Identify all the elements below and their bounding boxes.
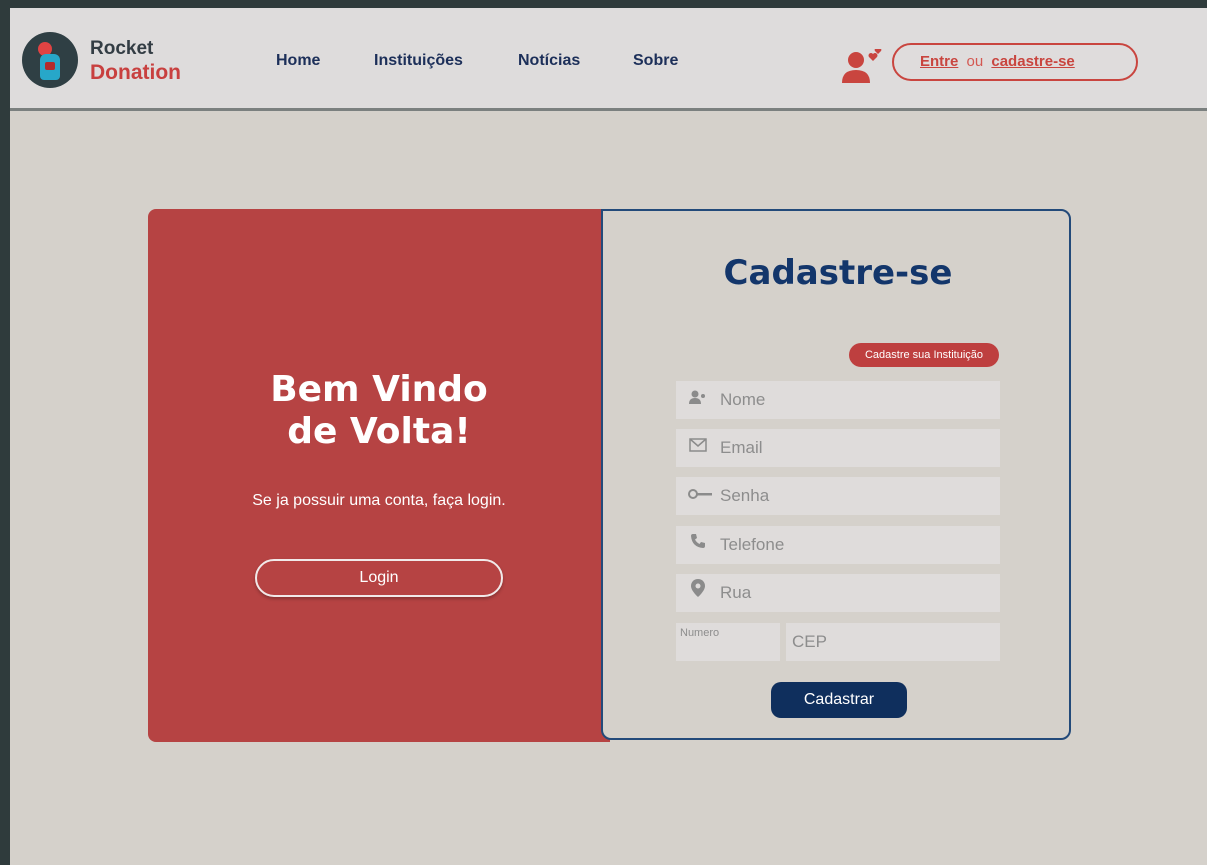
senha-placeholder: Senha <box>720 486 770 505</box>
register-institution-button[interactable]: Cadastre sua Instituição <box>849 343 999 367</box>
nav-sobre[interactable]: Sobre <box>633 52 678 70</box>
nav-home[interactable]: Home <box>276 52 320 70</box>
welcome-panel: Bem Vindo de Volta! Se ja possuir uma co… <box>148 209 610 742</box>
cadastrar-button[interactable]: Cadastrar <box>771 682 907 718</box>
welcome-title-line-1: Bem Vindo <box>270 369 488 410</box>
key-icon <box>688 477 712 515</box>
email-field[interactable]: Email <box>676 429 1000 467</box>
welcome-title: Bem Vindo de Volta! <box>148 369 610 453</box>
page-frame: Rocket Donation Home Instituições Notíci… <box>10 8 1207 865</box>
location-pin-icon <box>688 574 708 612</box>
nav-noticias[interactable]: Notícias <box>518 52 580 70</box>
envelope-icon <box>688 429 708 467</box>
logo-icon[interactable] <box>22 32 78 88</box>
rua-field[interactable]: Rua <box>676 574 1000 612</box>
nome-field[interactable]: Nome <box>676 381 1000 419</box>
welcome-subtitle: Se ja possuir uma conta, faça login. <box>252 492 506 509</box>
user-icon <box>688 381 708 419</box>
entre-link[interactable]: Entre <box>920 53 958 70</box>
brand-name-line-1: Rocket <box>90 38 154 59</box>
cadastre-link[interactable]: cadastre-se <box>991 53 1074 70</box>
welcome-title-line-2: de Volta! <box>287 411 471 452</box>
register-panel: Cadastre-se Cadastre sua Instituição Nom… <box>601 209 1071 740</box>
login-register-button[interactable]: Entre ou cadastre-se <box>892 43 1138 81</box>
ou-text: ou <box>966 53 984 70</box>
auth-card: Bem Vindo de Volta! Se ja possuir uma co… <box>148 209 1073 742</box>
cep-placeholder: CEP <box>792 632 827 651</box>
brand-name-line-2: Donation <box>90 61 181 84</box>
user-heart-icon <box>842 49 882 83</box>
nav-instituicoes[interactable]: Instituições <box>374 52 463 70</box>
login-button[interactable]: Login <box>255 559 503 597</box>
email-placeholder: Email <box>720 438 763 457</box>
numero-placeholder: Numero <box>680 627 720 639</box>
logo-detail-icon <box>45 62 55 70</box>
telefone-field[interactable]: Telefone <box>676 526 1000 564</box>
register-title: Cadastre-se <box>723 253 953 293</box>
cep-field[interactable]: CEP <box>786 623 1000 661</box>
phone-icon <box>688 526 708 564</box>
numero-field[interactable]: Numero <box>676 623 780 661</box>
rua-placeholder: Rua <box>720 583 752 602</box>
senha-field[interactable]: Senha <box>676 477 1000 515</box>
header: Rocket Donation Home Instituições Notíci… <box>10 8 1207 111</box>
nome-placeholder: Nome <box>720 390 766 409</box>
telefone-placeholder: Telefone <box>720 535 785 554</box>
